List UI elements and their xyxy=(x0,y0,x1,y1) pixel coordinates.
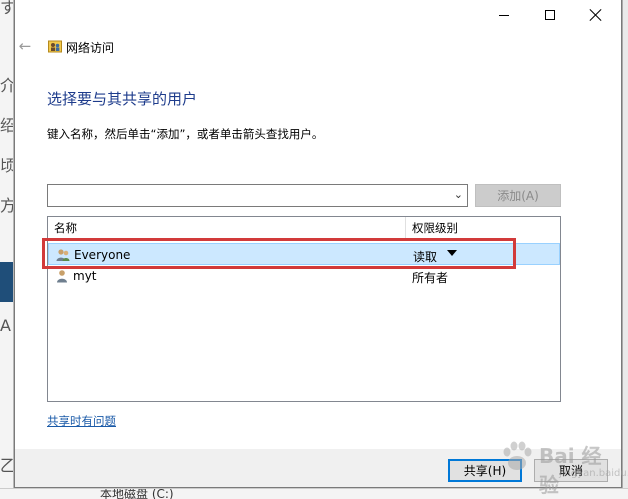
user-icon xyxy=(57,270,67,283)
minimize-button[interactable] xyxy=(481,0,527,30)
column-header-name[interactable]: 名称 xyxy=(48,217,406,239)
back-button[interactable]: ← xyxy=(15,34,35,58)
bg-char: 介 xyxy=(0,72,13,96)
close-button[interactable] xyxy=(573,0,619,30)
sharing-help-link[interactable]: 共享时有问题 xyxy=(47,413,116,429)
maximize-icon xyxy=(545,10,555,20)
arrow-left-icon: ← xyxy=(18,37,32,55)
bg-char: 方 xyxy=(0,192,13,216)
user-name: myt xyxy=(73,269,97,283)
table-row[interactable]: Everyone 读取 xyxy=(48,243,560,265)
bg-char: A xyxy=(0,316,11,335)
network-access-dialog: ← 网络访问 选择要与其共享的用户 键入名称，然后单击“添加”，或者单击箭头查找… xyxy=(14,0,622,488)
user-name-combobox[interactable]: ⌄ xyxy=(47,184,468,207)
bg-char: す xyxy=(0,0,13,18)
chevron-down-icon[interactable]: ⌄ xyxy=(454,188,463,201)
maximize-button[interactable] xyxy=(527,0,573,30)
bg-char: 绍 xyxy=(0,112,13,136)
bg-selected-item xyxy=(0,262,13,302)
close-icon xyxy=(590,9,602,21)
dropdown-arrow-icon[interactable] xyxy=(447,250,457,256)
cancel-button[interactable]: 取消 xyxy=(534,459,608,482)
user-name: Everyone xyxy=(74,248,131,262)
instruction-text: 键入名称，然后单击“添加”，或者单击箭头查找用户。 xyxy=(47,127,324,141)
permission-level: 所有者 xyxy=(412,271,449,285)
bg-char: 乙 xyxy=(0,452,13,476)
window-title: 网络访问 xyxy=(66,41,115,55)
page-heading: 选择要与其共享的用户 xyxy=(47,90,198,108)
permission-level[interactable]: 读取 xyxy=(413,248,437,265)
bg-char: 顷 xyxy=(0,152,13,176)
background-window-right xyxy=(622,0,628,499)
background-window-bottom: 本地磁盘 (C:) xyxy=(0,488,628,499)
dialog-footer: 共享(H) 取消 xyxy=(15,449,621,487)
network-users-icon xyxy=(48,40,62,53)
table-row[interactable]: myt 所有者 xyxy=(48,265,560,287)
user-group-icon xyxy=(56,249,70,261)
bg-drive-label: 本地磁盘 (C:) xyxy=(100,488,174,499)
background-window-left: す 介 绍 顷 方 A 乙 xyxy=(0,0,14,499)
add-button[interactable]: 添加(A) xyxy=(475,184,561,207)
user-list[interactable]: 名称 权限级别 Everyone 读取 myt 所有者 xyxy=(47,216,561,402)
share-button[interactable]: 共享(H) xyxy=(448,459,522,482)
minimize-icon xyxy=(499,14,509,16)
column-header-permission[interactable]: 权限级别 xyxy=(406,217,560,239)
